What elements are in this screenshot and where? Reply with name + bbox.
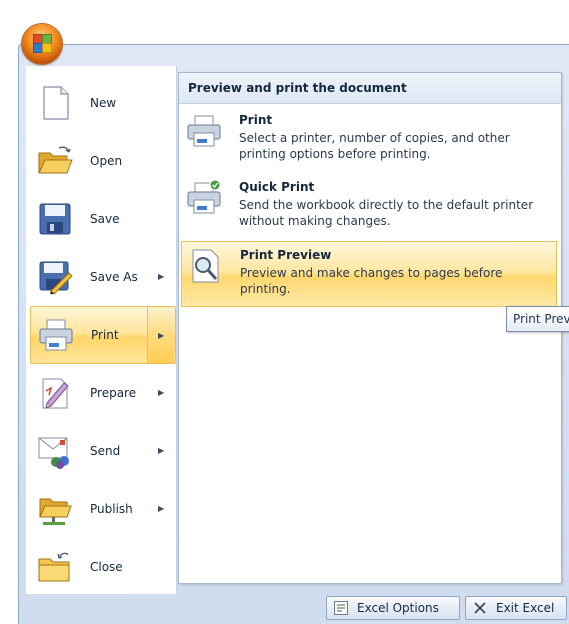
submenu-header: Preview and print the document bbox=[179, 73, 561, 104]
menu-label-open: Open bbox=[90, 154, 123, 168]
menu-label-save: Save bbox=[90, 212, 120, 226]
menu-item-save[interactable]: Save bbox=[26, 190, 176, 248]
menu-label-new: New bbox=[90, 96, 117, 110]
menu-label-print: Print bbox=[91, 328, 119, 342]
excel-options-button[interactable]: Excel Options bbox=[326, 596, 460, 620]
submenu-item-print-preview[interactable]: Print Preview Preview and make changes t… bbox=[181, 241, 557, 307]
menu-label-send: Send bbox=[90, 444, 121, 458]
menu-label-prepare: Prepare bbox=[90, 386, 137, 400]
submenu-item-title: Quick Print bbox=[239, 180, 315, 194]
file-menu: New Open Save Save As ▶ Print ▶ Prepare … bbox=[26, 66, 177, 594]
menu-item-save-as[interactable]: Save As ▶ bbox=[26, 248, 176, 306]
submenu-item-print[interactable]: Print Select a printer, number of copies… bbox=[181, 107, 557, 173]
submenu-item-title: Print bbox=[239, 113, 273, 127]
submenu-arrow-icon: ▶ bbox=[158, 272, 165, 281]
menu-item-print[interactable]: Print ▶ bbox=[30, 306, 176, 364]
printer-icon bbox=[187, 115, 221, 147]
excel-options-label: Excel Options bbox=[357, 601, 439, 615]
menu-item-close[interactable]: Close bbox=[26, 538, 176, 596]
menu-label-publish: Publish bbox=[90, 502, 133, 516]
menu-item-open[interactable]: Open bbox=[26, 132, 176, 190]
menu-item-prepare[interactable]: Prepare ▶ bbox=[26, 364, 176, 422]
menu-label-close: Close bbox=[90, 560, 123, 574]
submenu-item-description: Select a printer, number of copies, and … bbox=[239, 131, 510, 161]
menu-item-publish[interactable]: Publish ▶ bbox=[26, 480, 176, 538]
prepare-pen-icon bbox=[42, 378, 69, 409]
publish-icon bbox=[39, 498, 72, 525]
submenu-arrow-icon: ▶ bbox=[158, 504, 165, 513]
open-folder-icon bbox=[38, 146, 73, 174]
save-as-icon bbox=[39, 261, 73, 295]
office-button[interactable] bbox=[22, 24, 62, 64]
printer-icon bbox=[39, 319, 73, 351]
send-icon bbox=[38, 437, 69, 469]
submenu-arrow-icon: ▶ bbox=[158, 446, 165, 455]
quick-print-icon bbox=[187, 180, 221, 214]
new-document-icon bbox=[43, 86, 69, 120]
print-preview-icon bbox=[192, 249, 219, 283]
menu-label-save-as: Save As bbox=[90, 270, 138, 284]
submenu-arrow-icon: ▶ bbox=[158, 331, 165, 340]
exit-excel-button[interactable]: Exit Excel bbox=[465, 596, 567, 620]
close-folder-icon bbox=[38, 552, 70, 582]
print-submenu: Preview and print the document Print Sel… bbox=[178, 72, 562, 584]
menu-item-send[interactable]: Send ▶ bbox=[26, 422, 176, 480]
submenu-item-description: Send the workbook directly to the defaul… bbox=[239, 198, 534, 228]
office-logo-icon bbox=[33, 34, 52, 53]
options-icon bbox=[334, 601, 348, 615]
menu-item-new[interactable]: New bbox=[26, 74, 176, 132]
save-disk-icon bbox=[39, 203, 71, 235]
submenu-item-quick-print[interactable]: Quick Print Send the workbook directly t… bbox=[181, 174, 557, 240]
tooltip: Print Preview bbox=[506, 306, 569, 332]
close-icon bbox=[474, 602, 486, 614]
submenu-item-description: Preview and make changes to pages before… bbox=[240, 266, 503, 296]
submenu-item-title: Print Preview bbox=[240, 248, 332, 262]
exit-excel-label: Exit Excel bbox=[496, 601, 555, 615]
submenu-arrow-icon: ▶ bbox=[158, 388, 165, 397]
